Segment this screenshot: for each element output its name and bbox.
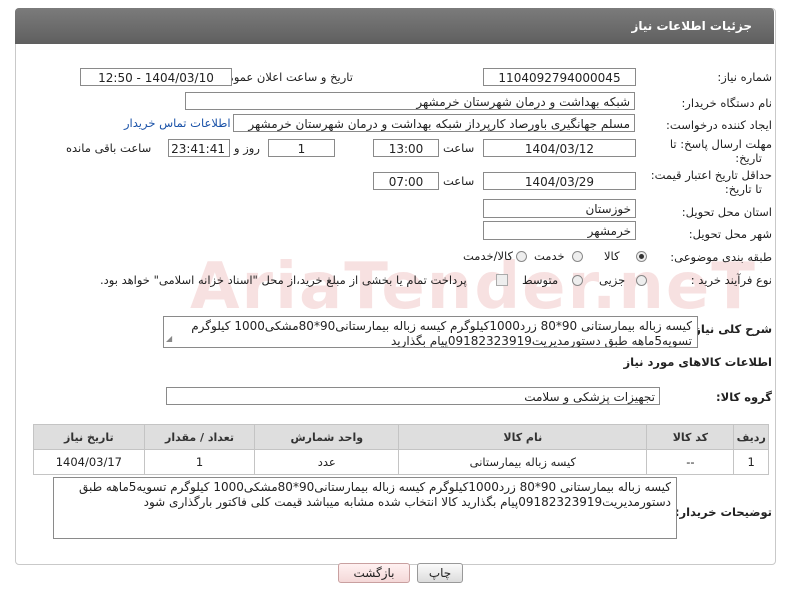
process-option-minor: جزیی <box>599 273 626 287</box>
goods-table: ردیف کد کالا نام کالا واحد شمارش تعداد /… <box>33 424 769 475</box>
goods-table-header: ردیف کد کالا نام کالا واحد شمارش تعداد /… <box>33 424 769 450</box>
cell-unit: عدد <box>254 449 400 475</box>
remaining-time-label: ساعت باقی مانده <box>66 141 152 155</box>
cell-name: کیسه زباله بیمارستانی <box>398 449 648 475</box>
city-label: شهر محل تحویل: <box>688 227 772 241</box>
buyer-notes-textarea: کیسه زباله بیمارستانی 90*80 زرد1000کیلوگ… <box>53 477 677 539</box>
process-radio-medium[interactable] <box>572 275 583 286</box>
cell-code: -- <box>646 449 735 475</box>
col-row: ردیف <box>733 424 769 450</box>
validity-label: حداقل تاریخ اعتبار قیمت: <box>650 168 772 182</box>
buyer-notes-text: کیسه زباله بیمارستانی 90*80 زرد1000کیلوگ… <box>78 480 671 509</box>
description-label: شرح کلی نیاز: <box>689 322 772 336</box>
category-label: طبقه بندی موضوعی: <box>670 250 772 264</box>
treasury-checkbox[interactable] <box>496 274 508 286</box>
remaining-time-field: 23:41:41 <box>168 139 230 157</box>
reply-time-label: ساعت <box>443 141 475 155</box>
province-field: خوزستان <box>483 199 636 218</box>
reply-deadline-label: مهلت ارسال پاسخ: تا <box>669 137 772 151</box>
description-textarea: کیسه زباله بیمارستانی 90*80 زرد1000کیلوگ… <box>163 316 698 348</box>
panel-header: جزئیات اطلاعات نیاز <box>15 8 774 44</box>
validity-time-label: ساعت <box>443 174 475 188</box>
need-number-field: 1104092794000045 <box>483 68 636 86</box>
cell-date: 1404/03/17 <box>33 449 145 475</box>
province-label: استان محل تحویل: <box>681 205 772 219</box>
need-number-label: شماره نیاز: <box>717 70 772 84</box>
goods-group-field: تجهیزات پزشکی و سلامت <box>166 387 660 405</box>
col-date: تاریخ نیاز <box>33 424 145 450</box>
validity-time-field: 07:00 <box>373 172 439 190</box>
category-radio-goods[interactable] <box>636 251 647 262</box>
col-unit: واحد شمارش <box>254 424 400 450</box>
process-option-medium: متوسط <box>522 273 559 287</box>
city-field: خرمشهر <box>483 221 636 240</box>
announce-datetime-field: 1404/03/10 - 12:50 <box>80 68 232 86</box>
reply-deadline-date-label: تاریخ: <box>735 151 762 165</box>
back-button[interactable]: بازگشت <box>338 563 410 583</box>
creator-field: مسلم جهانگیری باورصاد کارپرداز شبکه بهدا… <box>233 114 635 132</box>
validity-date-label: تا تاریخ: <box>724 182 762 196</box>
reply-time-field: 13:00 <box>373 139 439 157</box>
resize-grip-icon[interactable]: ◢ <box>166 331 172 346</box>
contact-info-link[interactable]: اطلاعات تماس خریدار <box>124 116 231 130</box>
category-radio-goods-service[interactable] <box>516 251 527 262</box>
days-label: روز و <box>234 141 260 155</box>
description-text: کیسه زباله بیمارستانی 90*80 زرد1000کیلوگ… <box>191 319 692 348</box>
process-label: نوع فرآیند خرید : <box>690 273 772 287</box>
goods-group-label: گروه کالا: <box>716 390 772 404</box>
buyer-org-field: شبکه بهداشت و درمان شهرستان خرمشهر <box>185 92 635 110</box>
buyer-notes-label: توضیحات خریدار: <box>674 505 772 519</box>
goods-section-title: اطلاعات کالاهای مورد نیاز <box>623 355 772 369</box>
col-code: کد کالا <box>646 424 735 450</box>
category-option-service: خدمت <box>534 249 565 263</box>
buyer-org-label: نام دستگاه خریدار: <box>681 96 772 110</box>
cell-row: 1 <box>733 449 769 475</box>
creator-label: ایجاد کننده درخواست: <box>666 118 772 132</box>
table-row: 1 -- کیسه زباله بیمارستانی عدد 1 1404/03… <box>33 449 769 475</box>
announce-datetime-label: تاریخ و ساعت اعلان عمومی: <box>214 70 353 84</box>
print-button[interactable]: چاپ <box>417 563 463 583</box>
days-remaining-field: 1 <box>268 139 335 157</box>
cell-qty: 1 <box>143 449 256 475</box>
page-title: جزئیات اطلاعات نیاز <box>631 19 752 33</box>
reply-date-field: 1404/03/12 <box>483 139 636 157</box>
validity-date-field: 1404/03/29 <box>483 172 636 190</box>
process-radio-minor[interactable] <box>636 275 647 286</box>
col-qty: تعداد / مقدار <box>143 424 256 450</box>
category-radio-service[interactable] <box>572 251 583 262</box>
col-name: نام کالا <box>398 424 648 450</box>
category-option-goods: کالا <box>604 249 620 263</box>
category-option-goods-service: کالا/خدمت <box>463 249 514 263</box>
treasury-note: پرداخت تمام یا بخشی از مبلغ خرید،از محل … <box>100 273 467 287</box>
